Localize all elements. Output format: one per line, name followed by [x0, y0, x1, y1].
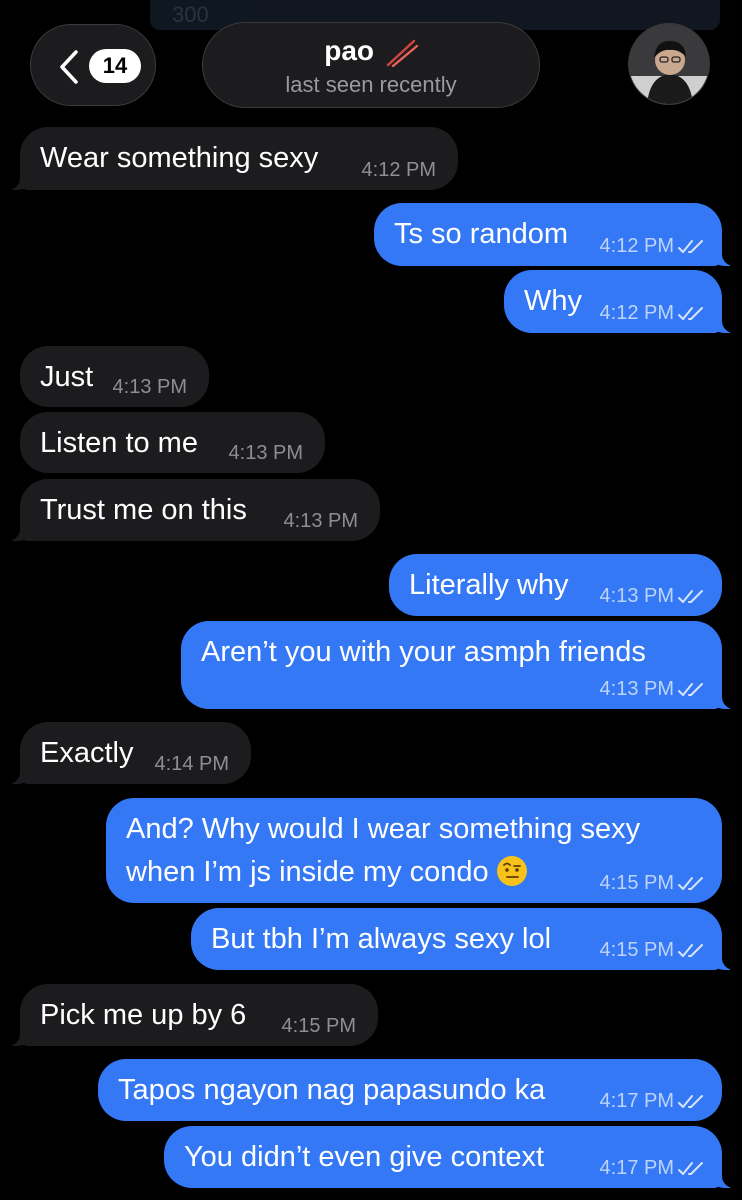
time-label: 4:12 PM: [599, 302, 674, 324]
message-time: 4:12 PM: [600, 303, 706, 323]
message-time: 4:15 PM: [600, 940, 706, 960]
message-text: You didn’t even give context: [184, 1141, 545, 1173]
message-incoming[interactable]: Listen to me 4:13 PM: [20, 412, 325, 473]
double-check-icon: [678, 306, 703, 320]
message-text: Listen to me: [40, 427, 198, 459]
message-time: 4:15 PM: [282, 1016, 356, 1036]
time-label: 4:15 PM: [281, 1015, 356, 1037]
double-check-icon: [678, 239, 703, 253]
message-time: 4:12 PM: [600, 236, 706, 256]
contact-status: last seen recently: [285, 72, 457, 97]
time-label: 4:15 PM: [599, 939, 674, 961]
time-label: 4:12 PM: [599, 235, 674, 257]
time-label: 4:13 PM: [599, 678, 674, 700]
avatar[interactable]: [628, 23, 710, 105]
profile-photo-icon: [629, 24, 709, 104]
time-label: 4:12 PM: [361, 159, 436, 181]
message-text: Literally why: [409, 569, 569, 601]
message-text: Why: [524, 285, 582, 317]
message-time: 4:13 PM: [284, 511, 358, 531]
message-incoming[interactable]: Exactly 4:14 PM: [2, 722, 251, 784]
double-check-icon: [678, 1094, 703, 1108]
time-label: 4:17 PM: [599, 1157, 674, 1179]
message-incoming[interactable]: Pick me up by 6 4:15 PM: [2, 984, 378, 1046]
chevron-left-icon: [60, 50, 78, 84]
message-outgoing[interactable]: You didn’t even give context 4:17 PM: [164, 1126, 740, 1188]
chat-title[interactable]: pao last seen recently: [202, 22, 540, 108]
message-time: 4:12 PM: [362, 160, 436, 180]
time-label: 4:13 PM: [112, 376, 187, 398]
message-time: 4:14 PM: [155, 754, 229, 774]
contact-name-row: pao: [203, 35, 539, 67]
contact-name: pao: [324, 35, 374, 66]
time-label: 4:17 PM: [599, 1090, 674, 1112]
message-text: Aren’t you with your asmph friends: [201, 636, 646, 668]
message-text: Ts so random: [394, 218, 569, 250]
message-time: 4:17 PM: [600, 1091, 706, 1111]
message-text: Trust me on this: [40, 494, 247, 526]
message-outgoing[interactable]: Aren’t you with your asmph friends 4:13 …: [181, 621, 740, 709]
message-text: Pick me up by 6: [40, 999, 247, 1031]
double-check-icon: [678, 876, 703, 890]
raised-eyebrow-emoji-icon: [496, 856, 527, 886]
back-button[interactable]: 14: [30, 24, 156, 106]
message-incoming[interactable]: Wear something sexy 4:12 PM: [2, 127, 458, 190]
double-check-icon: [678, 943, 703, 957]
time-label: 4:13 PM: [283, 510, 358, 532]
time-label: 4:14 PM: [154, 753, 229, 775]
message-text: And? Why would I wear something sexy whe…: [126, 813, 641, 888]
chopsticks-icon: [386, 39, 418, 67]
message-incoming[interactable]: Just 4:13 PM: [20, 346, 209, 407]
message-time: 4:17 PM: [600, 1158, 706, 1178]
message-time: 4:13 PM: [600, 586, 706, 606]
message-incoming[interactable]: Trust me on this 4:13 PM: [2, 479, 380, 541]
double-check-icon: [678, 1161, 703, 1175]
message-time: 4:15 PM: [600, 873, 706, 893]
message-text: Exactly: [40, 737, 134, 769]
message-outgoing[interactable]: And? Why would I wear something sexy whe…: [106, 798, 722, 903]
message-text: Wear something sexy: [40, 142, 319, 174]
message-text: Tapos ngayon nag papasundo ka: [118, 1074, 546, 1106]
time-label: 4:15 PM: [599, 872, 674, 894]
time-label: 4:13 PM: [599, 585, 674, 607]
message-text: But tbh I’m always sexy lol: [211, 923, 552, 955]
message-outgoing[interactable]: Why 4:12 PM: [504, 270, 740, 333]
message-time: 4:13 PM: [229, 443, 303, 463]
message-outgoing[interactable]: Literally why 4:13 PM: [389, 554, 722, 616]
double-check-icon: [678, 682, 703, 696]
message-outgoing[interactable]: But tbh I’m always sexy lol 4:15 PM: [191, 908, 740, 970]
top-strip-text: 300: [172, 2, 209, 27]
message-time: 4:13 PM: [600, 679, 706, 699]
message-text: Just: [40, 361, 94, 393]
message-time: 4:13 PM: [113, 377, 187, 397]
message-outgoing[interactable]: Tapos ngayon nag papasundo ka 4:17 PM: [98, 1059, 722, 1121]
unread-count-badge: 14: [89, 49, 141, 83]
double-check-icon: [678, 589, 703, 603]
time-label: 4:13 PM: [228, 442, 303, 464]
message-outgoing[interactable]: Ts so random 4:12 PM: [374, 203, 740, 266]
